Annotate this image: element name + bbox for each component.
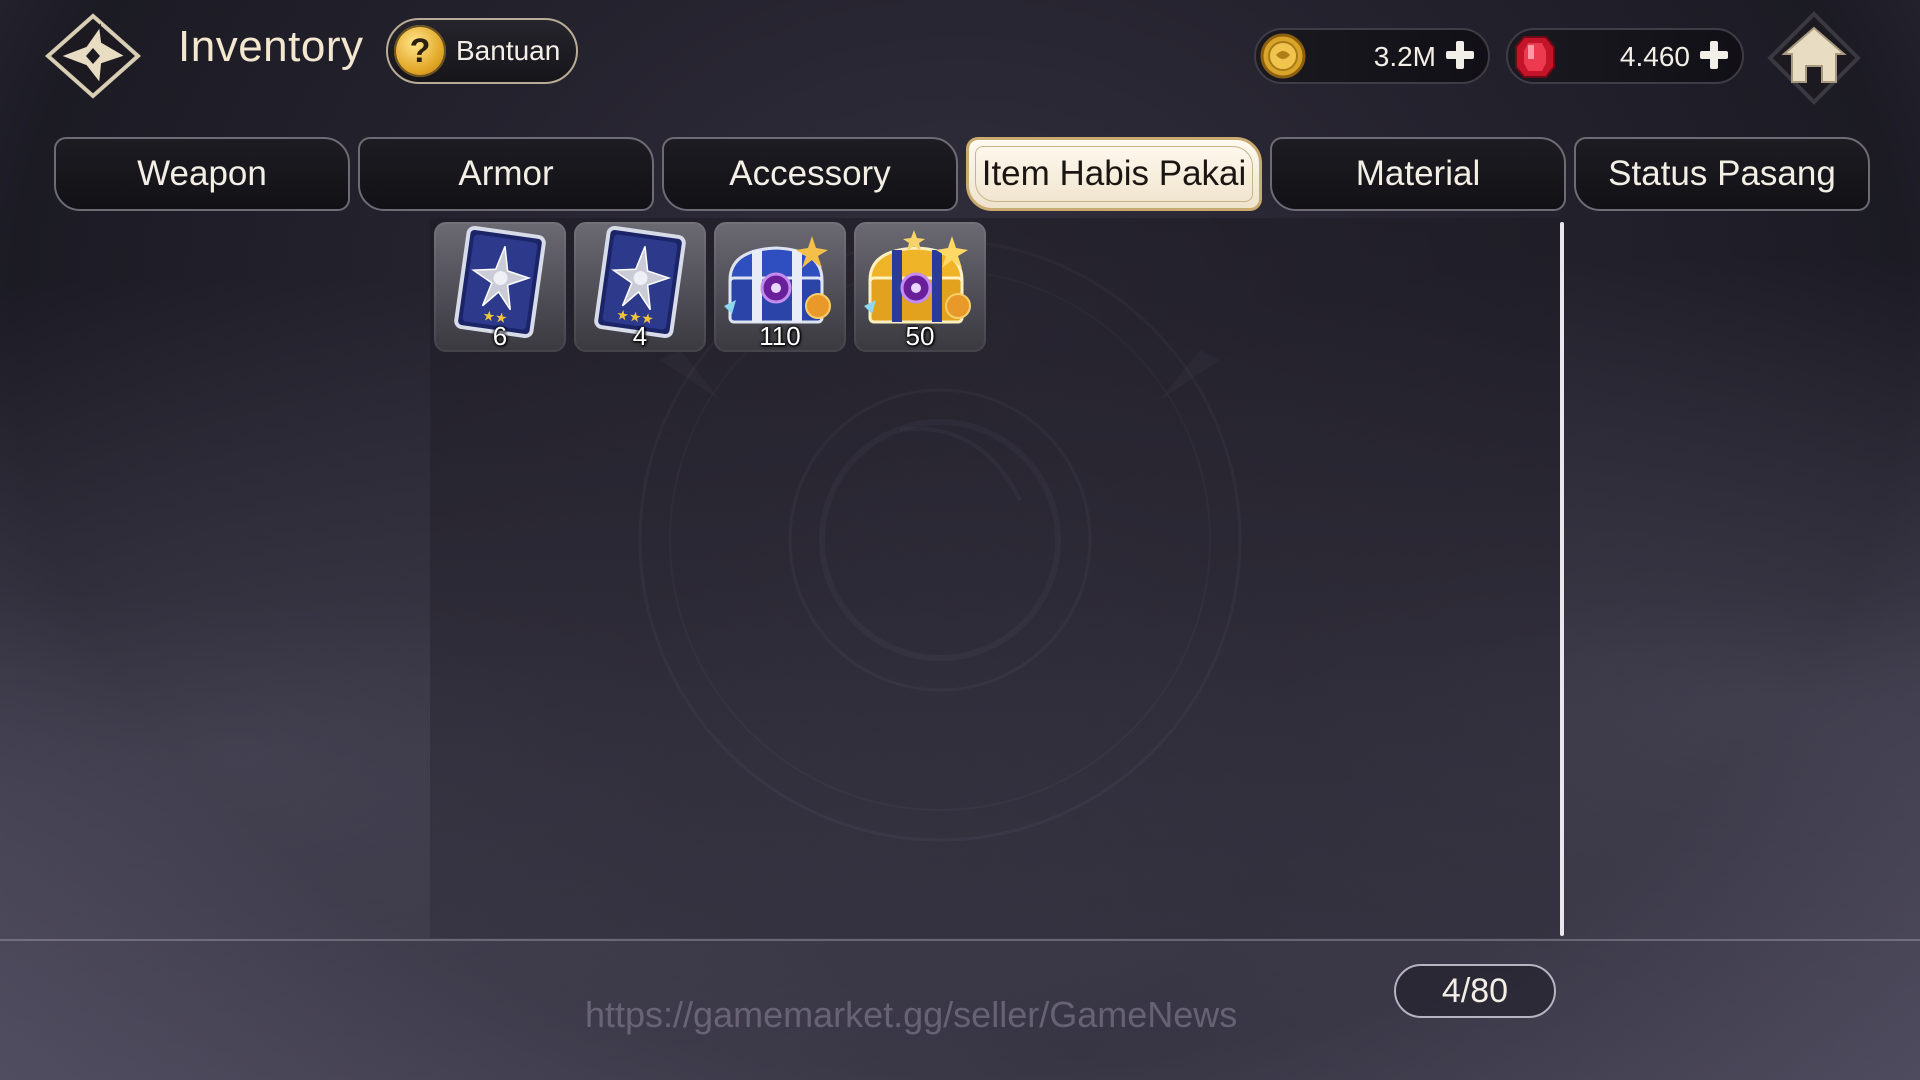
tab-weapon[interactable]: Weapon xyxy=(54,137,350,211)
add-gem-icon[interactable] xyxy=(1698,39,1730,71)
tab-status-pasang-label: Status Pasang xyxy=(1608,154,1836,193)
item-count: 50 xyxy=(905,321,935,351)
gold-coin-icon xyxy=(1260,33,1306,79)
tab-material-label: Material xyxy=(1355,154,1481,193)
bottom-divider xyxy=(0,939,1920,941)
watermark-text: https://gamemarket.gg/seller/GameNews xyxy=(585,994,1238,1035)
item-slot-card-3-star[interactable]: ★★★ 4 xyxy=(574,222,706,352)
red-gem-icon xyxy=(1515,36,1555,78)
back-logo-icon[interactable] xyxy=(42,12,144,100)
panel-divider xyxy=(1560,222,1564,936)
add-gold-icon[interactable] xyxy=(1444,39,1476,71)
tab-armor[interactable]: Armor xyxy=(358,137,654,211)
item-slot-card-2-star[interactable]: ★★ 6 xyxy=(434,222,566,352)
item-count: 6 xyxy=(492,321,508,351)
item-count: 110 xyxy=(759,321,801,351)
gem-value: 4.460 xyxy=(1619,41,1690,72)
category-tabs: Weapon Armor Accessory Item Habis Pakai … xyxy=(54,137,1872,211)
item-slot-blue-chest[interactable]: 110 xyxy=(714,222,846,352)
tab-status-pasang[interactable]: Status Pasang xyxy=(1574,137,1870,211)
tab-item-habis-pakai[interactable]: Item Habis Pakai xyxy=(966,137,1262,211)
gold-value: 3.2M xyxy=(1373,41,1436,72)
tab-item-habis-pakai-label: Item Habis Pakai xyxy=(981,154,1247,193)
help-label: Bantuan xyxy=(456,35,561,66)
tab-accessory[interactable]: Accessory xyxy=(662,137,958,211)
page-title: Inventory xyxy=(178,22,364,71)
tab-armor-label: Armor xyxy=(458,154,554,193)
tab-material[interactable]: Material xyxy=(1270,137,1566,211)
inventory-capacity: 4/80 xyxy=(1394,964,1556,1018)
help-button[interactable]: ? Bantuan xyxy=(386,18,578,84)
question-icon: ? xyxy=(394,25,446,77)
gold-currency: 3.2M xyxy=(1254,28,1490,84)
gem-currency: 4.460 xyxy=(1506,28,1744,84)
tab-weapon-label: Weapon xyxy=(137,154,267,193)
tab-accessory-label: Accessory xyxy=(729,154,891,193)
home-icon[interactable] xyxy=(1764,10,1864,106)
item-slot-gold-chest[interactable]: 50 xyxy=(854,222,986,352)
item-count: 4 xyxy=(632,321,648,351)
